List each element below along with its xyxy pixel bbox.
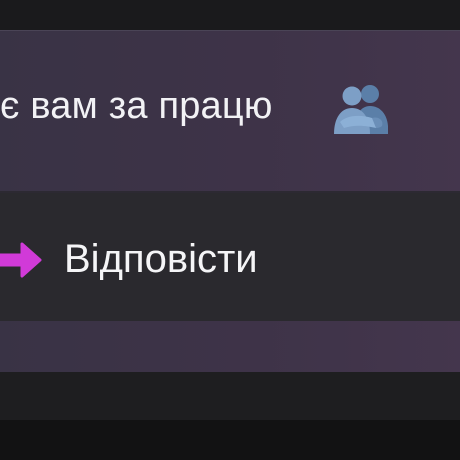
screen: є вам за працю Відповісти	[0, 0, 460, 460]
message-text: є вам за працю	[0, 85, 273, 127]
people-hugging-icon	[334, 85, 388, 134]
bottom-bar	[0, 420, 460, 460]
top-strip	[0, 0, 460, 30]
reply-button-label[interactable]: Відповісти	[64, 236, 258, 282]
message-bubble[interactable]	[0, 30, 460, 373]
bottom-band	[0, 372, 460, 420]
reply-arrow-icon	[0, 242, 42, 278]
